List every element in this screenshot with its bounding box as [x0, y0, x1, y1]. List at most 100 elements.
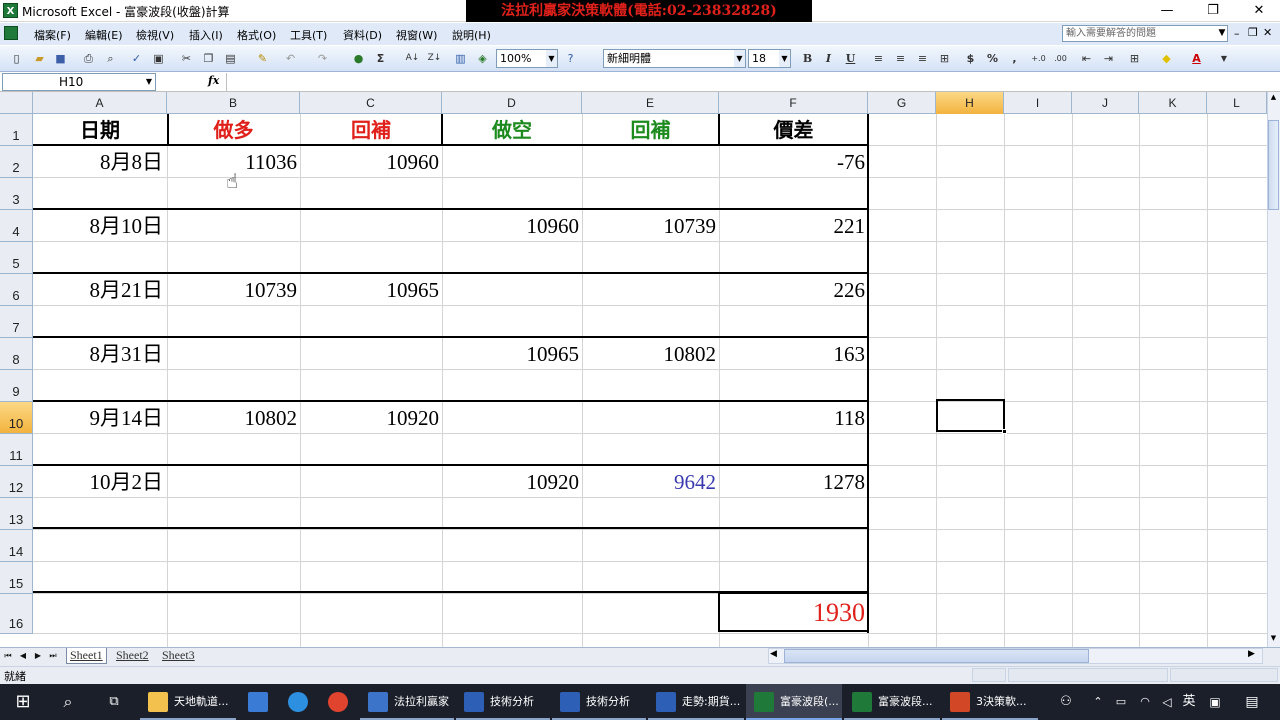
undo-icon[interactable]: ↶: [282, 50, 299, 67]
header-diff[interactable]: 價差: [719, 116, 868, 144]
column-header-d[interactable]: D: [442, 92, 582, 114]
row-header-13[interactable]: 13: [0, 498, 33, 530]
taskbar-item-excel-active[interactable]: 富豪波段(...: [746, 684, 842, 720]
borders-icon[interactable]: ⊞: [1126, 50, 1143, 67]
cell-diff[interactable]: 221: [719, 213, 866, 239]
taskbar-item-ferrari[interactable]: 法拉利贏家: [360, 684, 454, 720]
cell-diff[interactable]: -76: [719, 149, 865, 175]
cell-short-cover[interactable]: 10739: [582, 213, 717, 239]
ask-question-dropdown-icon[interactable]: ▼: [1216, 25, 1228, 42]
increase-decimal-icon[interactable]: +.0: [1030, 50, 1047, 67]
font-size-select[interactable]: 18 ▼: [748, 49, 791, 68]
column-header-h[interactable]: H: [936, 92, 1004, 114]
sort-descending-icon[interactable]: Z↓: [426, 50, 443, 67]
increase-indent-icon[interactable]: ⇥: [1100, 50, 1117, 67]
save-icon[interactable]: ■: [52, 50, 69, 67]
row-header-7[interactable]: 7: [0, 306, 33, 338]
row-header-8[interactable]: 8: [0, 338, 33, 370]
open-folder-icon[interactable]: ▰: [31, 50, 48, 67]
row-header-2[interactable]: 2: [0, 146, 33, 178]
cell-date[interactable]: 9月14日: [33, 405, 164, 431]
cut-icon[interactable]: ✂: [178, 50, 195, 67]
header-date[interactable]: 日期: [33, 116, 167, 144]
select-all-corner[interactable]: [0, 92, 33, 114]
menu-window[interactable]: 視窗(W): [396, 27, 437, 43]
minimize-button[interactable]: —: [1144, 0, 1190, 22]
taskbar-item-analysis-1[interactable]: 技術分析: [456, 684, 550, 720]
header-long[interactable]: 做多: [167, 116, 300, 144]
column-header-l[interactable]: L: [1207, 92, 1267, 114]
ime-mode-icon[interactable]: ▣: [1204, 684, 1226, 720]
print-icon[interactable]: ⎙: [80, 50, 97, 67]
restore-button[interactable]: ❐: [1190, 0, 1236, 22]
align-left-icon[interactable]: ≡: [870, 50, 887, 67]
taskbar-item-app[interactable]: [240, 684, 276, 720]
column-header-e[interactable]: E: [582, 92, 719, 114]
cell-diff[interactable]: 163: [719, 341, 866, 367]
format-painter-icon[interactable]: ✎: [254, 50, 271, 67]
align-right-icon[interactable]: ≡: [914, 50, 931, 67]
ask-question-input[interactable]: 輸入需要解答的問題: [1062, 25, 1228, 42]
menu-edit[interactable]: 編輯(E): [85, 27, 123, 43]
cell-date[interactable]: 8月21日: [33, 277, 164, 303]
total-diff[interactable]: 1930: [719, 598, 865, 628]
column-header-g[interactable]: G: [868, 92, 936, 114]
copy-icon[interactable]: ❐: [200, 50, 217, 67]
cell-date[interactable]: 8月31日: [33, 341, 164, 367]
font-color-icon[interactable]: A: [1188, 50, 1205, 67]
column-header-j[interactable]: J: [1072, 92, 1139, 114]
sheet-tab-sheet2[interactable]: Sheet2: [113, 648, 152, 664]
hyperlink-icon[interactable]: ●: [350, 50, 367, 67]
cell-long-cover[interactable]: 10960: [300, 149, 440, 175]
scroll-left-icon[interactable]: ◀: [770, 649, 777, 659]
vertical-scroll-thumb[interactable]: [1268, 120, 1279, 210]
merge-center-icon[interactable]: ⊞: [936, 50, 953, 67]
scroll-down-icon[interactable]: ▼: [1268, 634, 1279, 646]
next-sheet-icon[interactable]: ▶: [32, 649, 44, 663]
name-box-dropdown-icon[interactable]: ▼: [144, 74, 154, 90]
cell-diff[interactable]: 1278: [719, 469, 865, 495]
menu-tools[interactable]: 工具(T): [290, 27, 327, 43]
cell-long-cover[interactable]: 10920: [300, 405, 440, 431]
row-header-12[interactable]: 12: [0, 466, 33, 498]
menu-insert[interactable]: 插入(I): [189, 27, 223, 43]
sheet-tab-sheet1[interactable]: Sheet1: [66, 648, 107, 664]
cell-date[interactable]: 8月10日: [33, 213, 164, 239]
toolbar-options-icon[interactable]: ▼: [1218, 50, 1230, 67]
volume-icon[interactable]: ◁: [1156, 684, 1178, 720]
scroll-up-icon[interactable]: ▲: [1268, 93, 1279, 105]
formula-input[interactable]: [226, 73, 1274, 91]
cell-short-cover[interactable]: 9642: [582, 469, 716, 495]
row-header-3[interactable]: 3: [0, 178, 33, 210]
font-size-dropdown-icon[interactable]: ▼: [779, 50, 790, 67]
cell-grid[interactable]: 日期 做多 回補 做空 回補 價差 8月8日 11036 10960 -76 8…: [33, 114, 1267, 647]
tray-overflow-icon[interactable]: ⌃: [1088, 684, 1108, 720]
column-header-f[interactable]: F: [719, 92, 868, 114]
chart-wizard-icon[interactable]: ▥: [452, 50, 469, 67]
paste-icon[interactable]: ▤: [222, 50, 239, 67]
scroll-right-icon[interactable]: ▶: [1248, 649, 1255, 659]
cell-long-cover[interactable]: 10965: [300, 277, 440, 303]
font-select[interactable]: 新細明體 ▼: [603, 49, 746, 68]
workbook-icon[interactable]: [4, 26, 18, 40]
horizontal-scroll-thumb[interactable]: [784, 649, 1089, 663]
taskbar-item-futures[interactable]: 走勢:期貨...: [648, 684, 744, 720]
people-icon[interactable]: ⚇: [1052, 684, 1080, 720]
taskbar-item-analysis-2[interactable]: 技術分析: [552, 684, 646, 720]
align-center-icon[interactable]: ≡: [892, 50, 909, 67]
header-short[interactable]: 做空: [442, 116, 582, 144]
decrease-decimal-icon[interactable]: .00: [1052, 50, 1069, 67]
row-header-15[interactable]: 15: [0, 562, 33, 594]
menu-help[interactable]: 說明(H): [452, 27, 491, 43]
row-header-10[interactable]: 10: [0, 402, 33, 434]
taskbar-item-ie[interactable]: [280, 684, 316, 720]
column-header-k[interactable]: K: [1139, 92, 1207, 114]
help-icon[interactable]: ?: [562, 50, 579, 67]
insert-function-icon[interactable]: fx: [208, 74, 219, 87]
cell-long[interactable]: 10739: [167, 277, 298, 303]
menu-file[interactable]: 檔案(F): [34, 27, 71, 43]
taskbar-item-excel[interactable]: 富豪波段...: [844, 684, 940, 720]
notifications-icon[interactable]: ▤: [1238, 684, 1266, 720]
cell-diff[interactable]: 118: [719, 405, 865, 431]
battery-icon[interactable]: ▭: [1110, 684, 1132, 720]
